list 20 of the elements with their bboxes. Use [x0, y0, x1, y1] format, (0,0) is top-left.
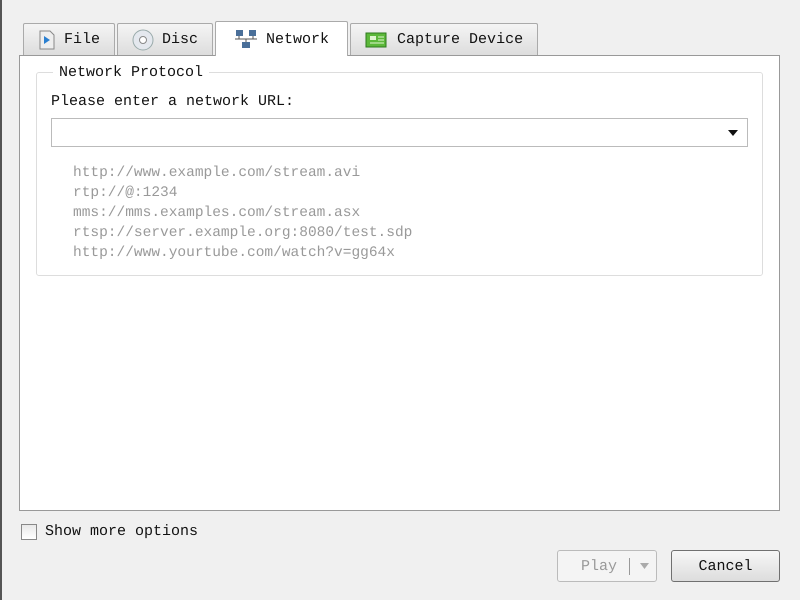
network-icon: [234, 29, 258, 49]
prompt-label: Please enter a network URL:: [51, 93, 296, 110]
cancel-button[interactable]: Cancel: [671, 550, 780, 582]
group-title: Network Protocol: [58, 64, 204, 81]
dropdown-icon[interactable]: [727, 128, 739, 136]
checkbox[interactable]: [21, 524, 37, 540]
tab[interactable]: Capture Device: [350, 23, 538, 55]
example-url: mms://mms.examples.com/stream.asx: [73, 204, 362, 223]
tab[interactable]: Disc: [117, 23, 214, 55]
url-combo-field[interactable]: [51, 118, 748, 147]
tab[interactable]: File: [23, 23, 116, 55]
example-url: http://www.yourtube.com/watch?v=gg64x: [73, 244, 396, 263]
example-url: rtsp://server.example.org:8080/test.sdp: [73, 224, 414, 243]
tab[interactable]: Network: [215, 21, 348, 56]
disc-icon: [132, 28, 154, 50]
example-url: http://www.example.com/stream.avi: [73, 164, 362, 183]
play-file-icon: [38, 30, 56, 50]
example-url: rtp://@:1234: [73, 184, 178, 203]
checkbox-label: Show more options: [45, 523, 198, 540]
capture-card-icon: [365, 30, 390, 48]
